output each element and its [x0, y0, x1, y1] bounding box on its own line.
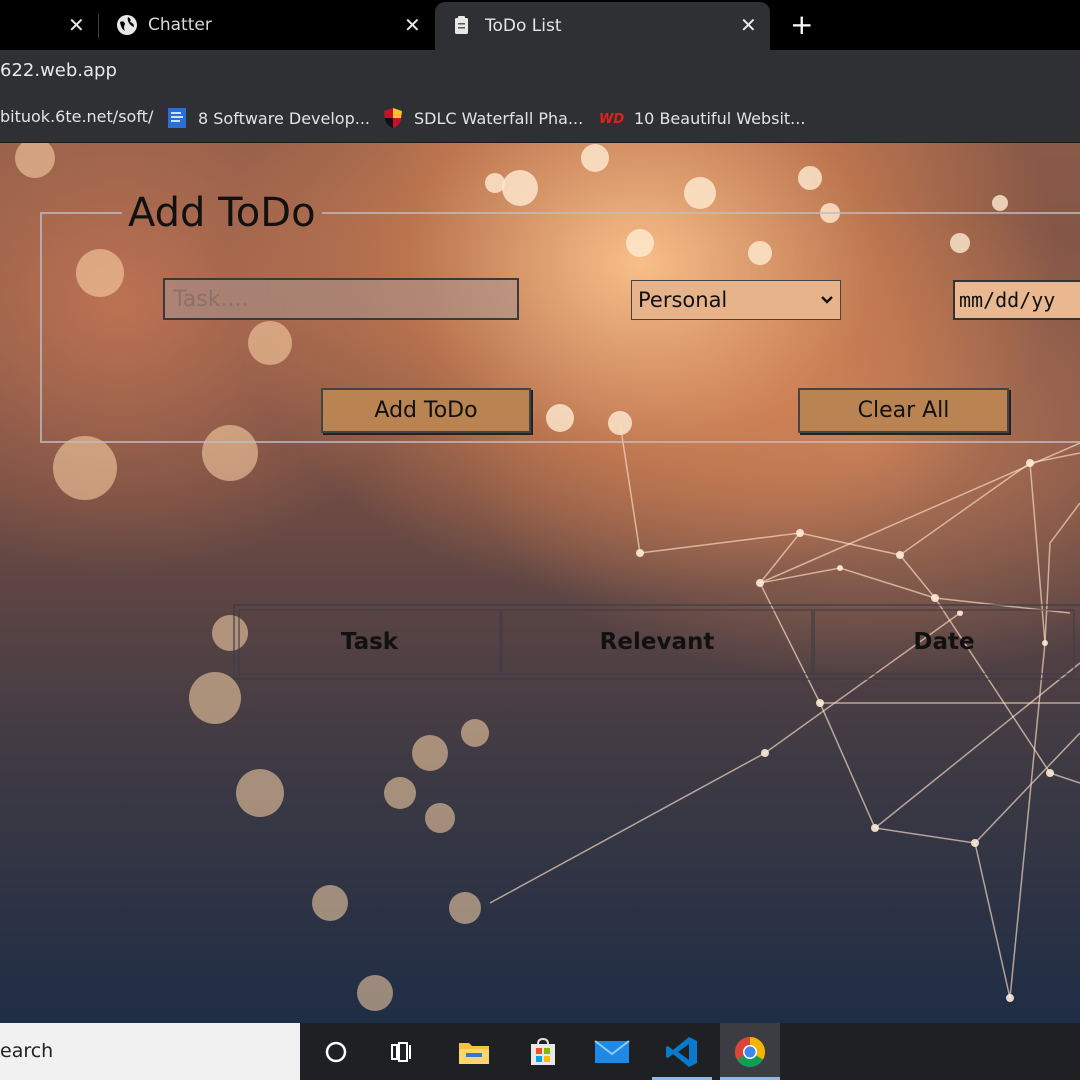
page-background: Add ToDo Personal mm/dd/yy Add ToDo Clea…: [0, 143, 1080, 1023]
svg-text:WD: WD: [599, 112, 624, 127]
category-select[interactable]: Personal: [631, 280, 841, 320]
tab-chatter[interactable]: Chatter ✕: [108, 0, 433, 50]
new-tab-plus-icon[interactable]: +: [790, 8, 813, 41]
tab-label: ToDo List: [485, 16, 562, 36]
cortana-icon[interactable]: [306, 1023, 366, 1080]
task-view-icon[interactable]: [372, 1023, 432, 1080]
table-header-relevant: Relevant: [501, 609, 813, 675]
bookmarks-bar: bituok.6te.net/soft/ 8 Software Develop.…: [0, 96, 1080, 143]
address-bar[interactable]: 622.web.app: [0, 50, 1080, 96]
search-text: earch: [0, 1040, 54, 1062]
bookmark-label: 10 Beautiful Websit...: [634, 108, 806, 128]
tab-separator: [98, 14, 99, 38]
bookmark-item[interactable]: bituok.6te.net/soft/: [0, 107, 153, 126]
bookmark-label: SDLC Waterfall Pha...: [414, 108, 584, 128]
table-header-date: Date: [813, 609, 1075, 675]
globe-icon: [117, 15, 137, 35]
todo-table: Task Relevant Date: [233, 604, 1080, 680]
taskbar: earch: [0, 1023, 1080, 1080]
bookmark-item[interactable]: SDLC Waterfall Pha...: [382, 107, 583, 129]
tab-bar: ✕ Chatter ✕ ToDo List ✕ +: [0, 0, 1080, 50]
wd-icon: WD: [599, 112, 624, 127]
taskbar-search-box[interactable]: earch: [0, 1023, 300, 1080]
category-select-value: Personal: [638, 288, 728, 312]
table-header-task: Task: [238, 609, 501, 675]
add-todo-legend: Add ToDo: [128, 190, 316, 236]
tab-previous[interactable]: ✕: [0, 0, 98, 50]
add-todo-button[interactable]: Add ToDo: [321, 388, 531, 433]
store-icon[interactable]: [513, 1023, 573, 1080]
tab-todo-list[interactable]: ToDo List ✕: [435, 2, 770, 50]
close-icon[interactable]: ✕: [740, 13, 757, 37]
tab-label: Chatter: [148, 15, 212, 35]
bookmark-label: 8 Software Develop...: [198, 108, 371, 128]
bookmark-label: bituok.6te.net/soft/: [0, 107, 154, 126]
close-icon[interactable]: ✕: [68, 13, 85, 37]
chrome-icon[interactable]: [720, 1023, 780, 1080]
clear-all-button[interactable]: Clear All: [798, 388, 1009, 433]
bookmark-item[interactable]: WD 10 Beautiful Websit...: [598, 107, 805, 129]
url-text[interactable]: 622.web.app: [0, 60, 117, 81]
date-input[interactable]: mm/dd/yy: [953, 280, 1080, 320]
document-icon: [455, 16, 468, 34]
vscode-icon[interactable]: [652, 1023, 712, 1080]
chevron-down-icon: [821, 296, 833, 304]
close-icon[interactable]: ✕: [404, 13, 421, 37]
task-input[interactable]: [163, 278, 519, 320]
bookmark-item[interactable]: 8 Software Develop...: [166, 107, 370, 129]
mail-icon[interactable]: [582, 1023, 642, 1080]
file-explorer-icon[interactable]: [444, 1023, 504, 1080]
blue-doc-icon: [168, 108, 186, 128]
shield-icon: [384, 108, 402, 128]
